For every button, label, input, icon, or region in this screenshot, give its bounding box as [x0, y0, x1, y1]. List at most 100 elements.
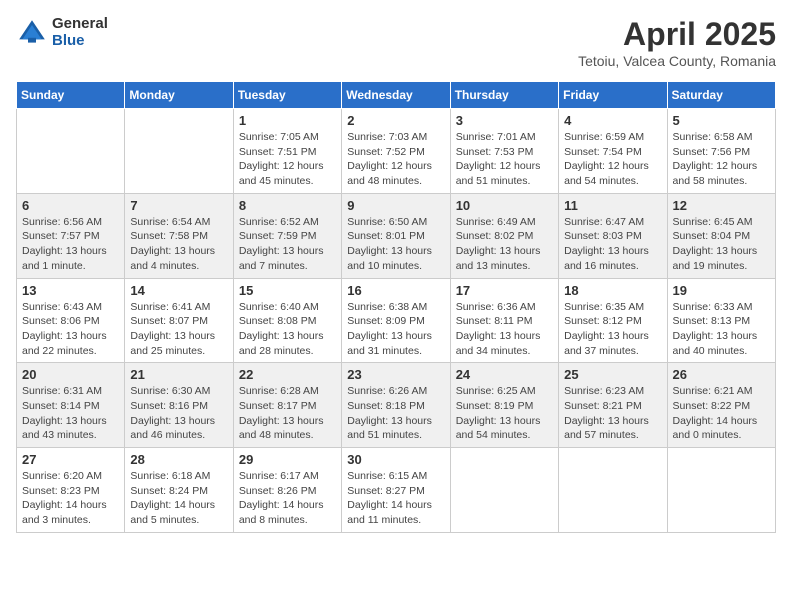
- calendar-cell: 23 Sunrise: 6:26 AM Sunset: 8:18 PM Dayli…: [342, 363, 450, 448]
- day-number: 15: [239, 283, 336, 298]
- day-number: 19: [673, 283, 770, 298]
- calendar-cell: 2 Sunrise: 7:03 AM Sunset: 7:52 PM Daylig…: [342, 109, 450, 194]
- day-info: Sunrise: 6:47 AM Sunset: 8:03 PM Dayligh…: [564, 215, 661, 274]
- day-info: Sunrise: 6:23 AM Sunset: 8:21 PM Dayligh…: [564, 384, 661, 443]
- calendar-cell: [125, 109, 233, 194]
- day-info: Sunrise: 6:54 AM Sunset: 7:58 PM Dayligh…: [130, 215, 227, 274]
- day-number: 16: [347, 283, 444, 298]
- calendar-cell: 13 Sunrise: 6:43 AM Sunset: 8:06 PM Dayli…: [17, 278, 125, 363]
- col-saturday: Saturday: [667, 82, 775, 109]
- day-number: 9: [347, 198, 444, 213]
- day-number: 27: [22, 452, 119, 467]
- col-friday: Friday: [559, 82, 667, 109]
- day-info: Sunrise: 6:36 AM Sunset: 8:11 PM Dayligh…: [456, 300, 553, 359]
- day-info: Sunrise: 7:05 AM Sunset: 7:51 PM Dayligh…: [239, 130, 336, 189]
- day-number: 13: [22, 283, 119, 298]
- page-header: General Blue April 2025 Tetoiu, Valcea C…: [16, 16, 776, 69]
- day-info: Sunrise: 6:28 AM Sunset: 8:17 PM Dayligh…: [239, 384, 336, 443]
- title-area: April 2025 Tetoiu, Valcea County, Romani…: [578, 16, 776, 69]
- day-info: Sunrise: 6:17 AM Sunset: 8:26 PM Dayligh…: [239, 469, 336, 528]
- calendar-cell: 27 Sunrise: 6:20 AM Sunset: 8:23 PM Dayli…: [17, 448, 125, 533]
- calendar-cell: 7 Sunrise: 6:54 AM Sunset: 7:58 PM Daylig…: [125, 193, 233, 278]
- calendar-cell: 3 Sunrise: 7:01 AM Sunset: 7:53 PM Daylig…: [450, 109, 558, 194]
- day-number: 17: [456, 283, 553, 298]
- col-sunday: Sunday: [17, 82, 125, 109]
- day-info: Sunrise: 6:59 AM Sunset: 7:54 PM Dayligh…: [564, 130, 661, 189]
- calendar-cell: 16 Sunrise: 6:38 AM Sunset: 8:09 PM Dayli…: [342, 278, 450, 363]
- day-info: Sunrise: 6:15 AM Sunset: 8:27 PM Dayligh…: [347, 469, 444, 528]
- header-row: Sunday Monday Tuesday Wednesday Thursday…: [17, 82, 776, 109]
- day-info: Sunrise: 6:33 AM Sunset: 8:13 PM Dayligh…: [673, 300, 770, 359]
- month-title: April 2025: [578, 16, 776, 53]
- day-info: Sunrise: 6:20 AM Sunset: 8:23 PM Dayligh…: [22, 469, 119, 528]
- calendar-cell: 21Sunrise: 6:30 AM Sunset: 8:16 PM Dayli…: [125, 363, 233, 448]
- day-info: Sunrise: 6:25 AM Sunset: 8:19 PM Dayligh…: [456, 384, 553, 443]
- day-number: 14: [130, 283, 227, 298]
- day-info: Sunrise: 6:56 AM Sunset: 7:57 PM Dayligh…: [22, 215, 119, 274]
- col-tuesday: Tuesday: [233, 82, 341, 109]
- day-number: 8: [239, 198, 336, 213]
- day-number: 29: [239, 452, 336, 467]
- day-number: 25: [564, 367, 661, 382]
- day-number: 7: [130, 198, 227, 213]
- calendar-body: 1 Sunrise: 7:05 AM Sunset: 7:51 PM Daylig…: [17, 109, 776, 533]
- calendar-cell: [17, 109, 125, 194]
- day-info: Sunrise: 6:58 AM Sunset: 7:56 PM Dayligh…: [673, 130, 770, 189]
- calendar-cell: 11Sunrise: 6:47 AM Sunset: 8:03 PM Dayli…: [559, 193, 667, 278]
- day-info: Sunrise: 7:03 AM Sunset: 7:52 PM Dayligh…: [347, 130, 444, 189]
- calendar-cell: [450, 448, 558, 533]
- calendar-table: Sunday Monday Tuesday Wednesday Thursday…: [16, 81, 776, 533]
- week-row-1: 1 Sunrise: 7:05 AM Sunset: 7:51 PM Daylig…: [17, 109, 776, 194]
- calendar-cell: 19 Sunrise: 6:33 AM Sunset: 8:13 PM Dayli…: [667, 278, 775, 363]
- logo-blue-text: Blue: [52, 33, 108, 50]
- day-number: 2: [347, 113, 444, 128]
- week-row-4: 20Sunrise: 6:31 AM Sunset: 8:14 PM Dayli…: [17, 363, 776, 448]
- day-number: 20: [22, 367, 119, 382]
- week-row-5: 27 Sunrise: 6:20 AM Sunset: 8:23 PM Dayli…: [17, 448, 776, 533]
- calendar-cell: [667, 448, 775, 533]
- week-row-3: 13 Sunrise: 6:43 AM Sunset: 8:06 PM Dayli…: [17, 278, 776, 363]
- day-info: Sunrise: 6:21 AM Sunset: 8:22 PM Dayligh…: [673, 384, 770, 443]
- day-info: Sunrise: 6:41 AM Sunset: 8:07 PM Dayligh…: [130, 300, 227, 359]
- week-row-2: 6 Sunrise: 6:56 AM Sunset: 7:57 PM Daylig…: [17, 193, 776, 278]
- day-number: 4: [564, 113, 661, 128]
- calendar-cell: 15 Sunrise: 6:40 AM Sunset: 8:08 PM Dayli…: [233, 278, 341, 363]
- calendar-cell: 30 Sunrise: 6:15 AM Sunset: 8:27 PM Dayli…: [342, 448, 450, 533]
- day-info: Sunrise: 6:26 AM Sunset: 8:18 PM Dayligh…: [347, 384, 444, 443]
- day-number: 22: [239, 367, 336, 382]
- calendar-cell: 5Sunrise: 6:58 AM Sunset: 7:56 PM Daylig…: [667, 109, 775, 194]
- day-number: 23: [347, 367, 444, 382]
- calendar-cell: 20Sunrise: 6:31 AM Sunset: 8:14 PM Dayli…: [17, 363, 125, 448]
- calendar-cell: 8 Sunrise: 6:52 AM Sunset: 7:59 PM Daylig…: [233, 193, 341, 278]
- day-info: Sunrise: 6:43 AM Sunset: 8:06 PM Dayligh…: [22, 300, 119, 359]
- day-info: Sunrise: 6:38 AM Sunset: 8:09 PM Dayligh…: [347, 300, 444, 359]
- location-text: Tetoiu, Valcea County, Romania: [578, 53, 776, 69]
- logo-text: General Blue: [52, 16, 108, 49]
- day-number: 3: [456, 113, 553, 128]
- day-info: Sunrise: 6:45 AM Sunset: 8:04 PM Dayligh…: [673, 215, 770, 274]
- logo-general-text: General: [52, 16, 108, 33]
- day-number: 28: [130, 452, 227, 467]
- day-number: 10: [456, 198, 553, 213]
- calendar-cell: 1 Sunrise: 7:05 AM Sunset: 7:51 PM Daylig…: [233, 109, 341, 194]
- day-number: 1: [239, 113, 336, 128]
- day-number: 26: [673, 367, 770, 382]
- day-number: 6: [22, 198, 119, 213]
- day-info: Sunrise: 6:30 AM Sunset: 8:16 PM Dayligh…: [130, 384, 227, 443]
- calendar-cell: 9Sunrise: 6:50 AM Sunset: 8:01 PM Daylig…: [342, 193, 450, 278]
- day-number: 18: [564, 283, 661, 298]
- calendar-cell: [559, 448, 667, 533]
- calendar-cell: 29 Sunrise: 6:17 AM Sunset: 8:26 PM Dayli…: [233, 448, 341, 533]
- day-number: 30: [347, 452, 444, 467]
- calendar-cell: 17 Sunrise: 6:36 AM Sunset: 8:11 PM Dayli…: [450, 278, 558, 363]
- calendar-cell: 4 Sunrise: 6:59 AM Sunset: 7:54 PM Daylig…: [559, 109, 667, 194]
- day-info: Sunrise: 6:40 AM Sunset: 8:08 PM Dayligh…: [239, 300, 336, 359]
- col-monday: Monday: [125, 82, 233, 109]
- calendar-cell: 24Sunrise: 6:25 AM Sunset: 8:19 PM Dayli…: [450, 363, 558, 448]
- day-info: Sunrise: 6:52 AM Sunset: 7:59 PM Dayligh…: [239, 215, 336, 274]
- calendar-cell: 25 Sunrise: 6:23 AM Sunset: 8:21 PM Dayli…: [559, 363, 667, 448]
- day-info: Sunrise: 6:35 AM Sunset: 8:12 PM Dayligh…: [564, 300, 661, 359]
- calendar-header: Sunday Monday Tuesday Wednesday Thursday…: [17, 82, 776, 109]
- day-info: Sunrise: 7:01 AM Sunset: 7:53 PM Dayligh…: [456, 130, 553, 189]
- logo: General Blue: [16, 16, 108, 49]
